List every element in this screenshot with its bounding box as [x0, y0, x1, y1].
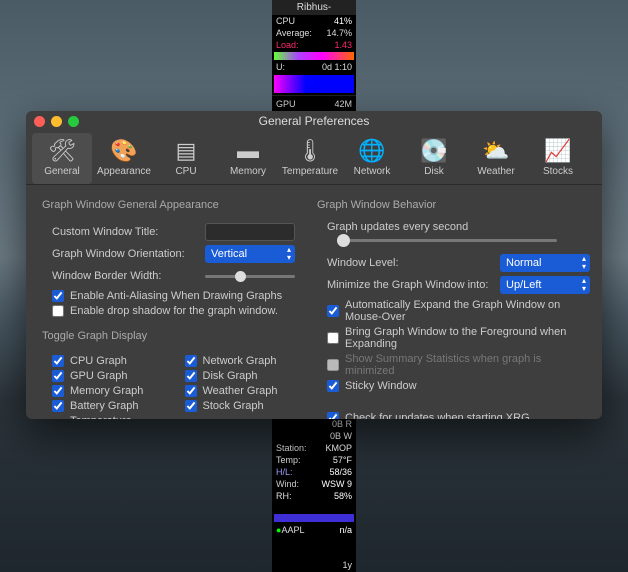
custom-title-label: Custom Window Title:: [52, 226, 197, 238]
memory-graph-checkbox[interactable]: [52, 385, 64, 397]
tab-disk[interactable]: 💽Disk: [404, 133, 464, 184]
tab-cpu[interactable]: ▤CPU: [156, 133, 216, 184]
cpu-icon: ▤: [172, 137, 200, 165]
antialias-checkbox[interactable]: [52, 290, 64, 302]
summary-stats-checkbox: [327, 359, 339, 371]
monitor-title: Ribhus-: [272, 0, 356, 15]
battery-graph-label: Battery Graph: [70, 400, 138, 412]
disk-graph-checkbox[interactable]: [185, 370, 197, 382]
tab-stocks[interactable]: 📈Stocks: [528, 133, 588, 184]
gpu-graph-label: GPU Graph: [70, 370, 127, 382]
weather-sparkline: [274, 502, 354, 522]
weather-icon: ⛅: [482, 137, 510, 165]
section-toggle-displays: Toggle Graph Display: [42, 330, 295, 342]
stock-graph-checkbox[interactable]: [185, 400, 197, 412]
custom-title-input[interactable]: [205, 223, 295, 241]
check-updates-checkbox[interactable]: [327, 412, 339, 419]
dropshadow-checkbox[interactable]: [52, 305, 64, 317]
prefs-toolbar: 🛠General🎨Appearance▤CPU▬Memory🌡Temperatu…: [26, 131, 602, 185]
disk-icon: 💽: [420, 137, 448, 165]
minimize-into-select[interactable]: Up/Left: [500, 276, 590, 294]
network-graph-checkbox[interactable]: [185, 355, 197, 367]
auto-expand-checkbox[interactable]: [327, 305, 339, 317]
tab-memory[interactable]: ▬Memory: [218, 133, 278, 184]
section-appearance: Graph Window General Appearance: [42, 199, 295, 211]
window-titlebar[interactable]: General Preferences: [26, 111, 602, 131]
network-icon: 🌐: [358, 137, 386, 165]
update-interval-slider[interactable]: [337, 239, 557, 242]
appearance-icon: 🎨: [110, 137, 138, 165]
memory-graph-label: Memory Graph: [70, 385, 143, 397]
network-graph-label: Network Graph: [203, 355, 277, 367]
preferences-window: General Preferences 🛠General🎨Appearance▤…: [26, 111, 602, 419]
sticky-window-checkbox[interactable]: [327, 380, 339, 392]
tab-general[interactable]: 🛠General: [32, 133, 92, 184]
tab-appearance[interactable]: 🎨Appearance: [94, 133, 154, 184]
window-level-label: Window Level:: [327, 257, 492, 269]
general-icon: 🛠: [48, 137, 76, 165]
gpu-graph-checkbox[interactable]: [52, 370, 64, 382]
bring-foreground-checkbox[interactable]: [327, 332, 339, 344]
memory-icon: ▬: [234, 137, 262, 165]
right-column: Graph Window Behavior Graph updates ever…: [317, 195, 590, 419]
border-width-label: Window Border Width:: [52, 270, 197, 282]
border-width-slider[interactable]: [205, 275, 295, 278]
cpu-bar: [274, 75, 354, 93]
orientation-select[interactable]: Vertical: [205, 245, 295, 263]
left-column: Graph Window General Appearance Custom W…: [42, 195, 295, 419]
battery-graph-checkbox[interactable]: [52, 400, 64, 412]
tab-network[interactable]: 🌐Network: [342, 133, 402, 184]
temperature-graph-label: Temperature Graph: [70, 415, 163, 419]
cpu-graph-label: CPU Graph: [70, 355, 127, 367]
window-title: General Preferences: [26, 114, 602, 128]
tab-weather[interactable]: ⛅Weather: [466, 133, 526, 184]
cpu-graph-checkbox[interactable]: [52, 355, 64, 367]
stocks-icon: 📈: [544, 137, 572, 165]
close-icon[interactable]: [34, 116, 45, 127]
temperature-icon: 🌡: [296, 137, 324, 165]
weather-graph-checkbox[interactable]: [185, 385, 197, 397]
window-level-select[interactable]: Normal: [500, 254, 590, 272]
minimize-icon[interactable]: [51, 116, 62, 127]
minimize-into-label: Minimize the Graph Window into:: [327, 279, 492, 291]
update-interval-label: Graph updates every second: [327, 221, 590, 233]
stocks-range: 1y: [272, 558, 356, 572]
disk-graph-label: Disk Graph: [203, 370, 258, 382]
cpu-sparkline: [274, 52, 354, 60]
zoom-icon[interactable]: [68, 116, 79, 127]
section-behavior: Graph Window Behavior: [317, 199, 590, 211]
orientation-label: Graph Window Orientation:: [52, 248, 197, 260]
weather-graph-label: Weather Graph: [203, 385, 278, 397]
stock-graph-label: Stock Graph: [203, 400, 264, 412]
tab-temperature[interactable]: 🌡Temperature: [280, 133, 340, 184]
